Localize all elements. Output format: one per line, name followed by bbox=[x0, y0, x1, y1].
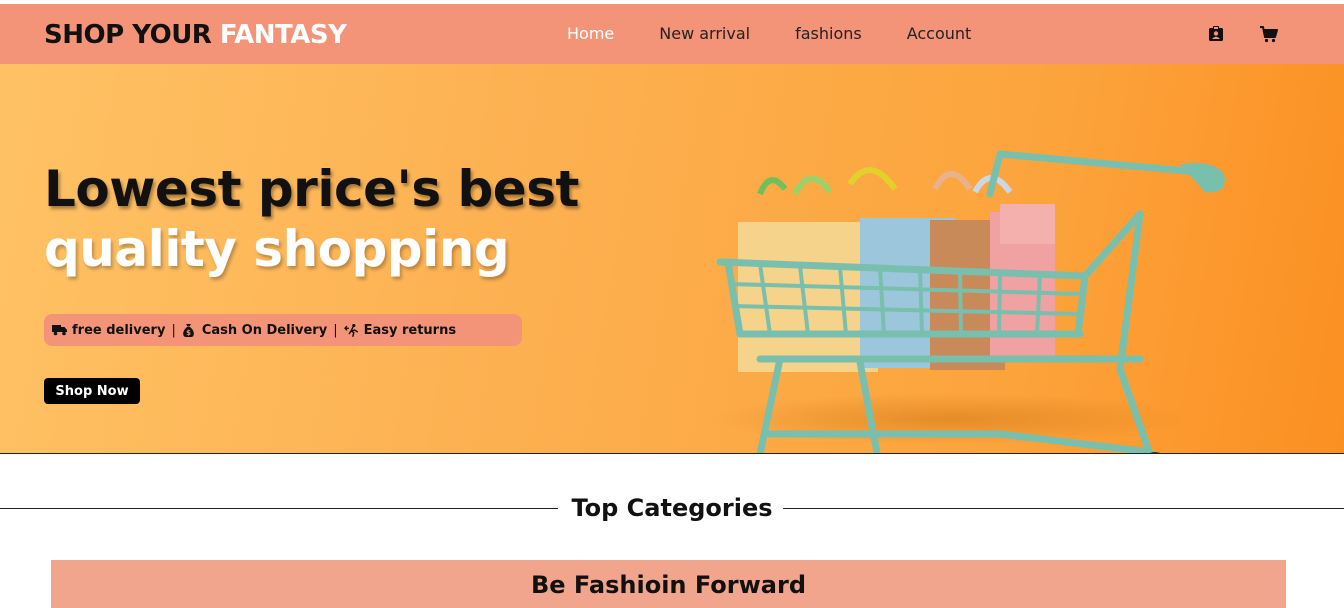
cart-handle bbox=[1180, 163, 1225, 193]
shop-now-button[interactable]: Shop Now bbox=[44, 378, 140, 404]
cart-icon[interactable] bbox=[1259, 24, 1279, 44]
feature-separator: | bbox=[171, 322, 176, 338]
brand-part-1: SHOP YOUR bbox=[44, 20, 220, 50]
fashion-banner: Be Fashioin Forward bbox=[51, 560, 1286, 608]
nav-link-fashions[interactable]: fashions bbox=[795, 4, 862, 64]
id-badge-icon[interactable] bbox=[1206, 24, 1226, 44]
cart-wheels bbox=[1150, 452, 1160, 453]
hero-title-line-2: quality shopping bbox=[44, 220, 510, 278]
feature-free-delivery: free delivery bbox=[72, 322, 166, 338]
hero-title-line-1: Lowest price's best bbox=[44, 160, 579, 218]
brand-part-2: FANTASY bbox=[219, 20, 347, 50]
shopping-cart-illustration bbox=[710, 150, 1225, 453]
fashion-banner-title: Be Fashioin Forward bbox=[531, 571, 806, 599]
nav-link-new-arrival[interactable]: New arrival bbox=[659, 4, 750, 64]
features-bar: free delivery | $ Cash On Delivery | Eas… bbox=[44, 314, 522, 346]
top-categories-heading: Top Categories bbox=[0, 490, 1344, 526]
truck-icon bbox=[52, 323, 68, 337]
hero-banner: Lowest price's best quality shopping fre… bbox=[0, 64, 1344, 454]
nav-links: Home New arrival fashions Account bbox=[567, 4, 1016, 64]
navbar: SHOP YOUR FANTASY Home New arrival fashi… bbox=[0, 4, 1344, 64]
feature-cash-on-delivery: Cash On Delivery bbox=[201, 322, 328, 338]
return-person-icon bbox=[343, 323, 360, 337]
feature-easy-returns: Easy returns bbox=[363, 322, 457, 338]
feature-separator: | bbox=[333, 322, 338, 338]
money-bag-icon: $ bbox=[182, 323, 198, 337]
nav-link-account[interactable]: Account bbox=[907, 4, 972, 64]
svg-text:$: $ bbox=[186, 329, 191, 337]
top-categories-label: Top Categories bbox=[561, 494, 783, 522]
nav-link-home[interactable]: Home bbox=[567, 4, 614, 64]
brand-logo[interactable]: SHOP YOUR FANTASY bbox=[44, 20, 347, 50]
